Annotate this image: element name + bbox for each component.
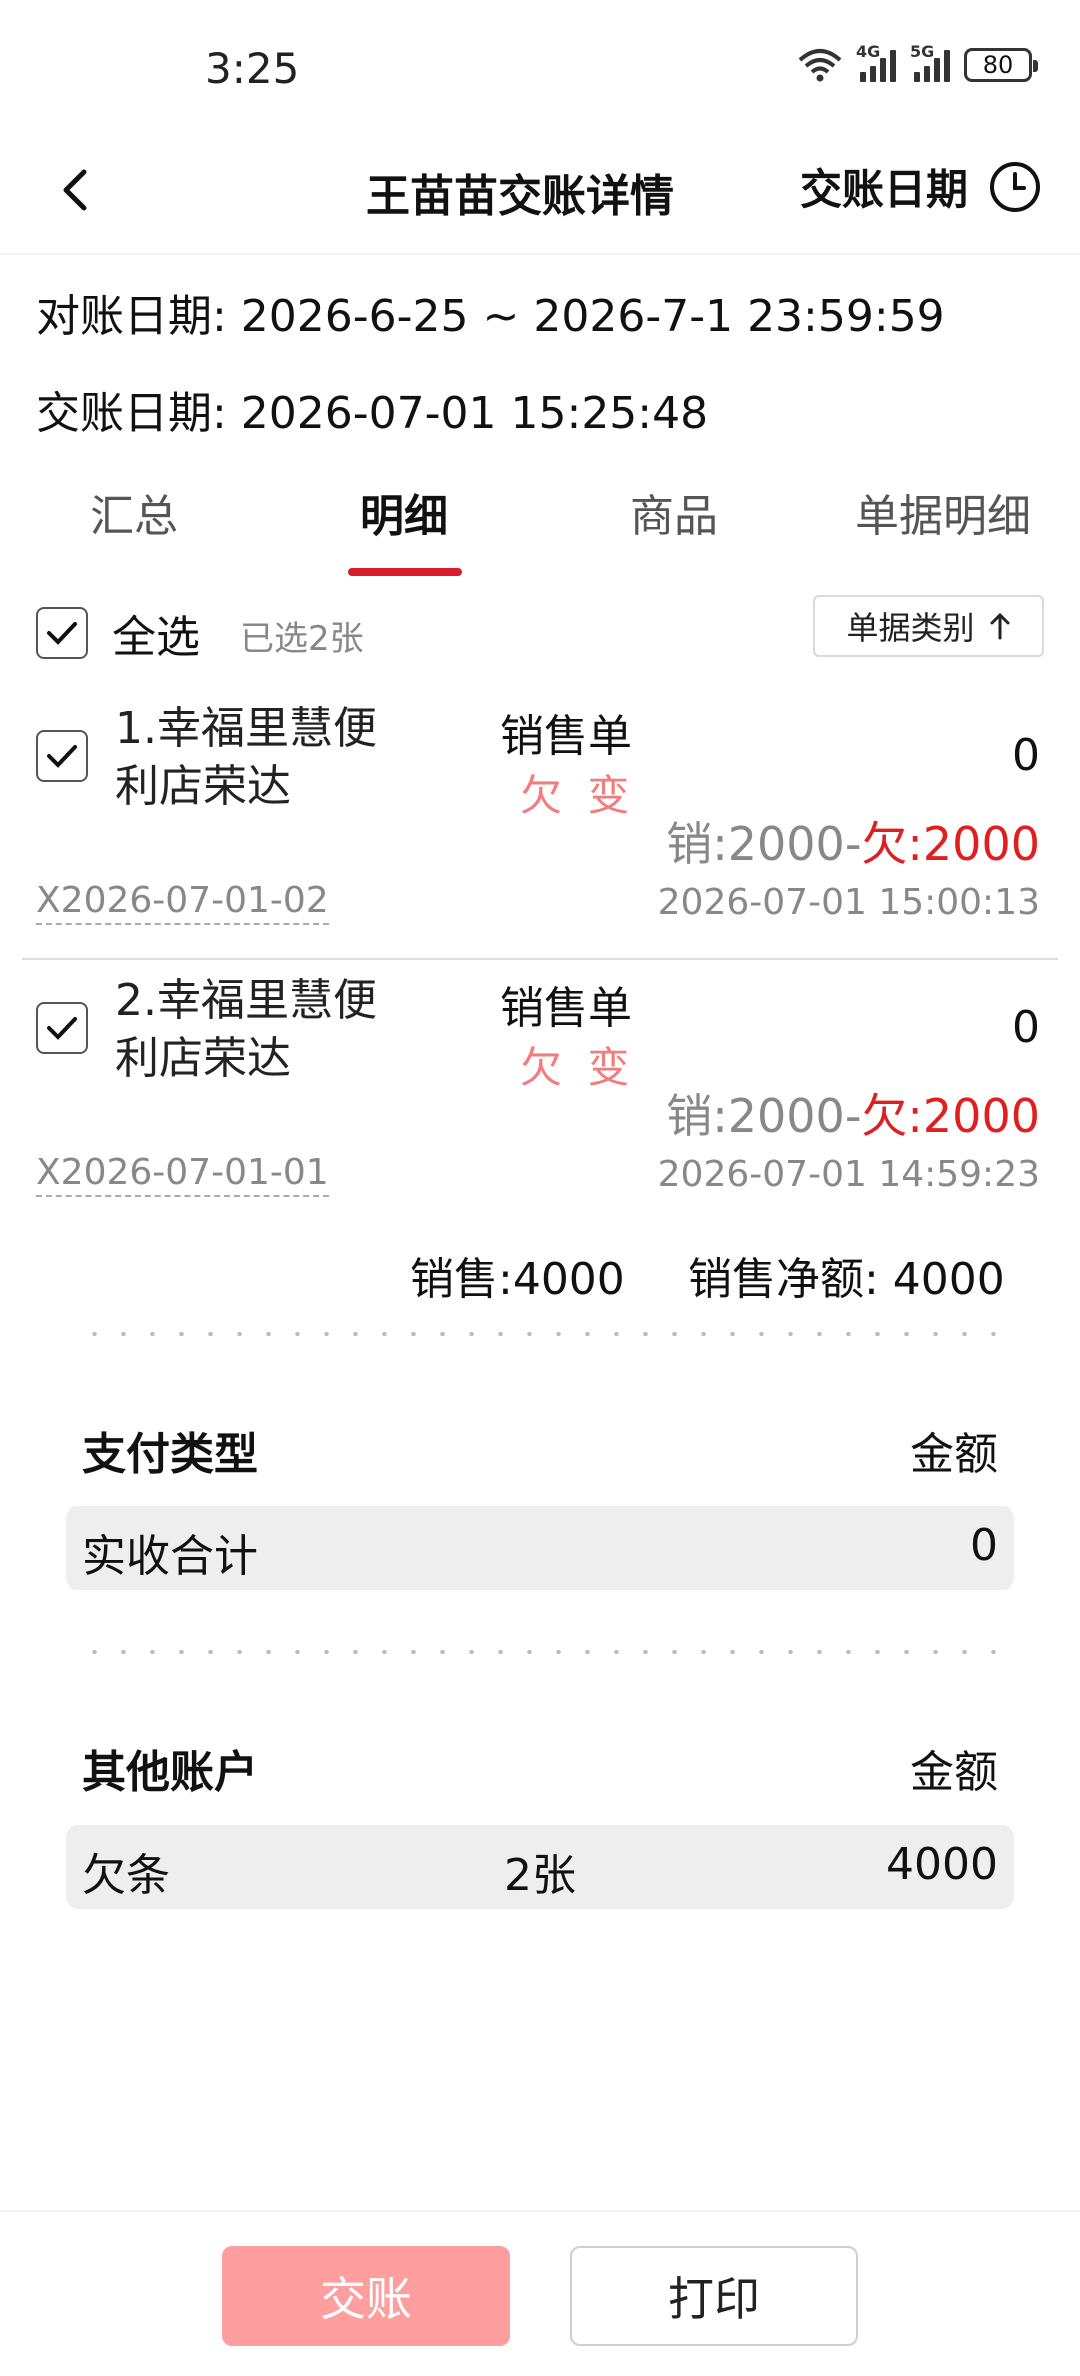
record-checkbox[interactable] xyxy=(36,1002,88,1054)
tab-detail[interactable]: 明细 xyxy=(360,480,448,544)
record-document-number[interactable]: X2026-07-01-01 xyxy=(36,1152,329,1197)
record-balance: 销:2000-欠:2000 xyxy=(666,1080,1040,1146)
record-customer-name: 1.幸福里慧便利店荣达 xyxy=(115,703,377,812)
arrow-up-icon xyxy=(990,612,1009,640)
selected-count: 已选2张 xyxy=(240,619,364,659)
signal-4g-icon: 4G xyxy=(856,42,896,82)
other-accounts-amount-heading: 金额 xyxy=(910,1747,998,1798)
iou-row: 欠条 2张 4000 xyxy=(66,1825,1014,1909)
reconcile-date: 对账日期: 2026-6-25 ~ 2026-7-1 23:59:59 xyxy=(36,291,945,342)
check-icon xyxy=(47,745,77,768)
sales-total: 销售:4000 xyxy=(410,1254,625,1305)
check-icon xyxy=(47,622,77,645)
tab-document-detail[interactable]: 单据明细 xyxy=(855,480,1031,544)
iou-label: 欠条 xyxy=(82,1850,170,1901)
app-header: 王苗苗交账详情 交账日期 xyxy=(0,130,1080,255)
record-document-number[interactable]: X2026-07-01-02 xyxy=(36,880,329,925)
select-all-row: 全选 已选2张 单据类别 xyxy=(0,595,1080,675)
sort-by-category-button[interactable]: 单据类别 xyxy=(813,595,1044,657)
record-balance: 销:2000-欠:2000 xyxy=(666,808,1040,874)
clock-icon xyxy=(990,161,1040,212)
record-row[interactable]: 2.幸福里慧便利店荣达 销售单 欠 变 0 销:2000-欠:2000 X202… xyxy=(0,952,1080,1224)
iou-amount: 4000 xyxy=(886,1839,998,1890)
record-sale-balance: 销:2000- xyxy=(666,1089,862,1143)
signal-5g-label: 5G xyxy=(910,42,935,61)
signal-4g-label: 4G xyxy=(856,42,881,61)
status-icons: 4G 5G 80 xyxy=(798,42,1038,82)
bottom-action-bar: 交账 打印 xyxy=(0,2210,1080,2376)
select-all-checkbox[interactable] xyxy=(36,607,88,659)
sort-label: 单据类别 xyxy=(846,609,975,647)
payment-row-label: 实收合计 xyxy=(82,1531,258,1582)
signal-5g-icon: 5G xyxy=(910,42,950,82)
battery-icon: 80 xyxy=(964,48,1038,82)
payment-row-amount: 0 xyxy=(970,1520,998,1571)
handover-date-button[interactable]: 交账日期 xyxy=(800,156,1042,217)
record-time: 2026-07-01 15:00:13 xyxy=(657,882,1040,923)
record-debt-balance: 欠:2000 xyxy=(861,1089,1040,1143)
dotted-separator xyxy=(80,1332,1000,1336)
handover-date-label: 交账日期 xyxy=(799,165,968,214)
status-bar: 3:25 4G 5G 80 xyxy=(0,0,1080,130)
tab-products[interactable]: 商品 xyxy=(630,480,718,544)
check-icon xyxy=(47,1017,77,1040)
payment-amount-heading: 金额 xyxy=(910,1429,998,1480)
payment-total-row: 实收合计 0 xyxy=(66,1506,1014,1590)
record-time: 2026-07-01 14:59:23 xyxy=(657,1154,1040,1195)
record-row[interactable]: 1.幸福里慧便利店荣达 销售单 欠 变 0 销:2000-欠:2000 X202… xyxy=(0,680,1080,952)
battery-level: 80 xyxy=(982,51,1014,79)
tab-summary[interactable]: 汇总 xyxy=(90,480,178,544)
payment-type-heading: 支付类型 xyxy=(82,1429,258,1480)
record-amount: 0 xyxy=(1012,730,1040,781)
record-sale-balance: 销:2000- xyxy=(666,817,862,871)
handover-date: 交账日期: 2026-07-01 15:25:48 xyxy=(36,388,709,439)
dotted-separator xyxy=(80,1650,1000,1654)
record-debt-balance: 欠:2000 xyxy=(861,817,1040,871)
print-button[interactable]: 打印 xyxy=(570,2246,858,2346)
active-tab-indicator xyxy=(348,568,462,576)
settle-button[interactable]: 交账 xyxy=(222,2246,510,2346)
select-all-label[interactable]: 全选 xyxy=(112,601,200,665)
record-customer-name: 2.幸福里慧便利店荣达 xyxy=(115,975,377,1084)
record-tag: 欠 变 xyxy=(520,771,636,820)
other-accounts-heading: 其他账户 xyxy=(82,1747,258,1798)
record-checkbox[interactable] xyxy=(36,730,88,782)
iou-count: 2张 xyxy=(504,1850,576,1901)
wifi-icon xyxy=(798,49,842,82)
net-sales-total: 销售净额: 4000 xyxy=(688,1254,1005,1305)
record-amount: 0 xyxy=(1012,1002,1040,1053)
record-type: 销售单 xyxy=(500,711,632,762)
record-type: 销售单 xyxy=(500,983,632,1034)
record-tag: 欠 变 xyxy=(520,1043,636,1092)
status-time: 3:25 xyxy=(205,44,300,93)
tab-bar: 汇总 明细 商品 单据明细 xyxy=(0,470,1080,580)
